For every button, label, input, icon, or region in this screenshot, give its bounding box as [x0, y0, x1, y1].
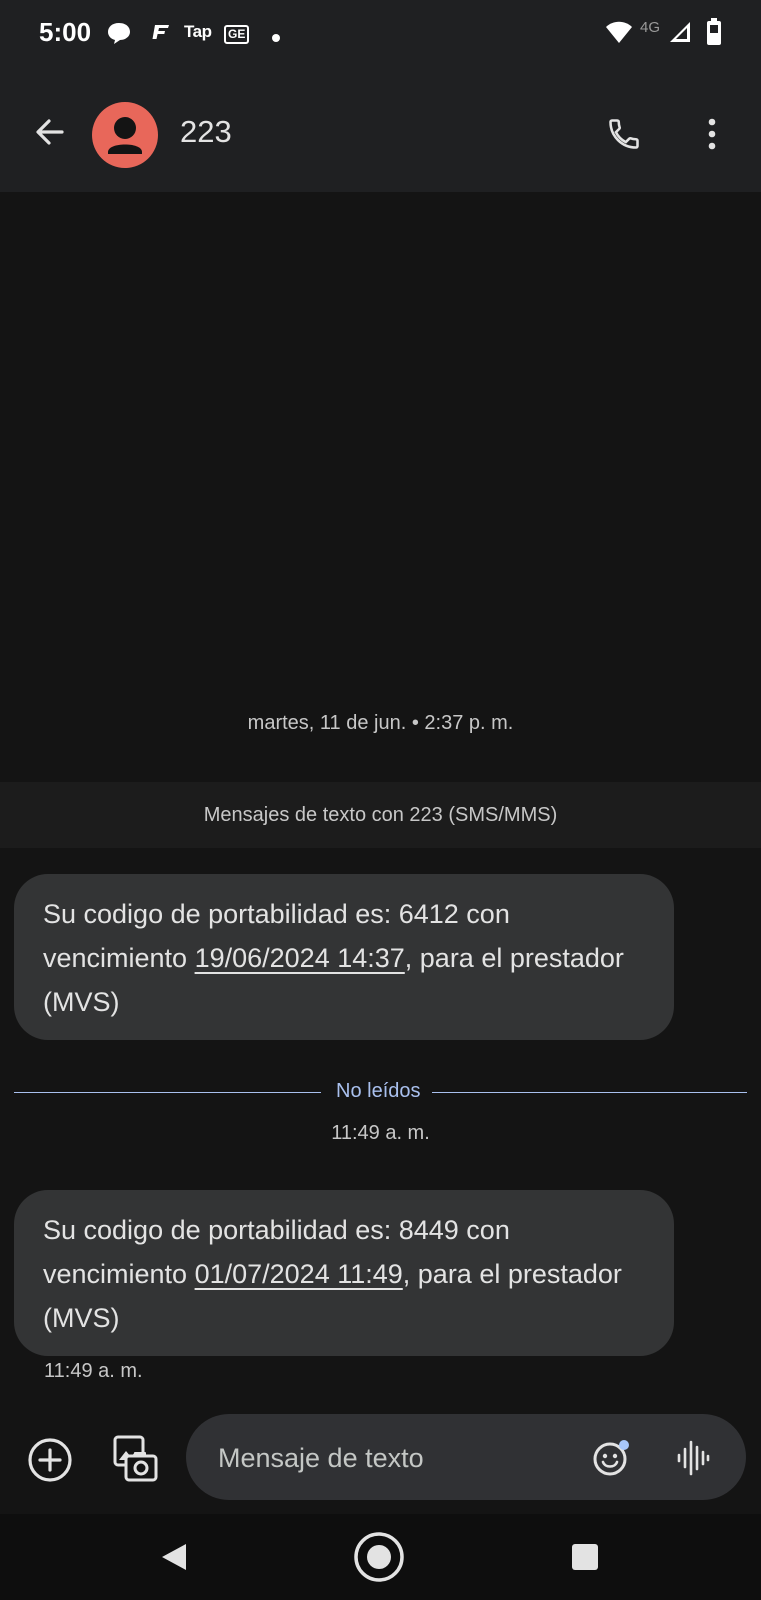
message-date-link[interactable]: 01/07/2024 11:49: [195, 1259, 403, 1289]
network-type-label: 4G: [640, 19, 661, 36]
avatar[interactable]: [92, 102, 158, 168]
ge-label: GE: [224, 25, 250, 44]
status-bar: 5:00 Tap GE 4G: [0, 0, 761, 68]
divider-line: [14, 1092, 321, 1093]
unread-label: No leídos: [336, 1080, 421, 1102]
message-timestamp: 11:49 a. m.: [44, 1360, 143, 1382]
date-header: martes, 11 de jun. • 2:37 p. m.: [247, 712, 514, 734]
add-circle-icon[interactable]: [26, 1436, 74, 1484]
f-app-icon: [150, 23, 170, 46]
message-date-link[interactable]: 19/06/2024 14:37: [195, 943, 405, 973]
battery-icon: [706, 18, 722, 51]
unread-time: 11:49 a. m.: [331, 1122, 430, 1144]
ge-app-icon: GE: [224, 23, 250, 44]
gallery-icon[interactable]: [112, 1434, 160, 1484]
voice-icon[interactable]: [676, 1438, 710, 1478]
nav-home-icon[interactable]: [353, 1531, 405, 1583]
contact-name[interactable]: 223: [180, 114, 232, 150]
system-nav-bar: [0, 1514, 761, 1600]
nav-back-icon[interactable]: [160, 1542, 188, 1572]
status-time: 5:00: [39, 17, 92, 47]
info-banner: Mensajes de texto con 223 (SMS/MMS): [0, 782, 761, 848]
composer: [0, 1410, 761, 1514]
message-input-container[interactable]: [186, 1414, 746, 1500]
message-bubble[interactable]: Su codigo de portabilidad es: 8449 con v…: [14, 1190, 674, 1356]
chat-bubble-icon: [106, 20, 132, 51]
tap-app-icon: Tap: [184, 22, 212, 41]
nav-recents-icon[interactable]: [572, 1544, 598, 1570]
emoji-icon[interactable]: [592, 1438, 632, 1478]
dot-icon: [271, 28, 281, 48]
unread-divider: No leídos: [14, 1080, 747, 1104]
phone-icon[interactable]: [606, 116, 642, 152]
app-bar: 223: [0, 68, 761, 192]
back-arrow-icon[interactable]: [32, 114, 68, 150]
message-bubble[interactable]: Su codigo de portabilidad es: 6412 con v…: [14, 874, 674, 1040]
message-input[interactable]: [216, 1432, 560, 1484]
more-vert-icon[interactable]: [700, 114, 724, 154]
signal-icon: [668, 20, 692, 49]
person-icon: [108, 117, 142, 154]
divider-line: [432, 1092, 747, 1093]
wifi-icon: [605, 20, 633, 49]
